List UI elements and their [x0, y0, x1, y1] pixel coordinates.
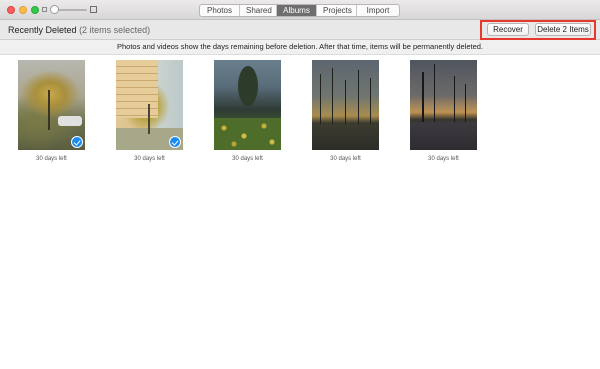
small-thumbnail-icon — [42, 7, 47, 12]
deletion-notice: Photos and videos show the days remainin… — [0, 40, 600, 55]
title-bar: Photos Shared Albums Projects Import — [0, 0, 600, 20]
photo-tile[interactable]: 30 days left — [410, 60, 477, 162]
album-title-text: Recently Deleted (2 items selected) — [8, 25, 150, 35]
recover-button[interactable]: Recover — [487, 23, 529, 36]
tab-photos[interactable]: Photos — [200, 5, 240, 16]
thumbnail-size-slider[interactable] — [42, 5, 98, 15]
selection-count: (2 items selected) — [79, 25, 151, 35]
slider-knob[interactable] — [50, 5, 59, 14]
minimize-window-button[interactable] — [19, 6, 27, 14]
delete-items-button[interactable]: Delete 2 Items — [535, 23, 591, 36]
selected-check-icon — [169, 136, 181, 148]
photo-tile[interactable]: 30 days left — [214, 60, 281, 162]
photo-tile[interactable]: 30 days left — [116, 60, 183, 162]
large-thumbnail-icon — [90, 6, 97, 13]
selected-check-icon — [71, 136, 83, 148]
days-left-label: 30 days left — [36, 156, 67, 162]
close-window-button[interactable] — [7, 6, 15, 14]
tab-import[interactable]: Import — [357, 5, 399, 16]
photo-thumbnail[interactable] — [214, 60, 281, 150]
tab-projects[interactable]: Projects — [317, 5, 357, 16]
tab-albums[interactable]: Albums — [277, 5, 317, 16]
days-left-label: 30 days left — [232, 156, 263, 162]
days-left-label: 30 days left — [428, 156, 459, 162]
photo-thumbnail[interactable] — [116, 60, 183, 150]
photo-grid: 30 days left 30 days left 30 days left 3… — [0, 55, 600, 369]
photo-tile[interactable]: 30 days left — [312, 60, 379, 162]
album-title: Recently Deleted — [8, 25, 77, 35]
days-left-label: 30 days left — [330, 156, 361, 162]
photo-tile[interactable]: 30 days left — [18, 60, 85, 162]
photo-thumbnail[interactable] — [312, 60, 379, 150]
zoom-window-button[interactable] — [31, 6, 39, 14]
tab-shared[interactable]: Shared — [240, 5, 277, 16]
days-left-label: 30 days left — [134, 156, 165, 162]
photo-thumbnail[interactable] — [410, 60, 477, 150]
photo-thumbnail[interactable] — [18, 60, 85, 150]
view-tabs: Photos Shared Albums Projects Import — [199, 4, 400, 17]
